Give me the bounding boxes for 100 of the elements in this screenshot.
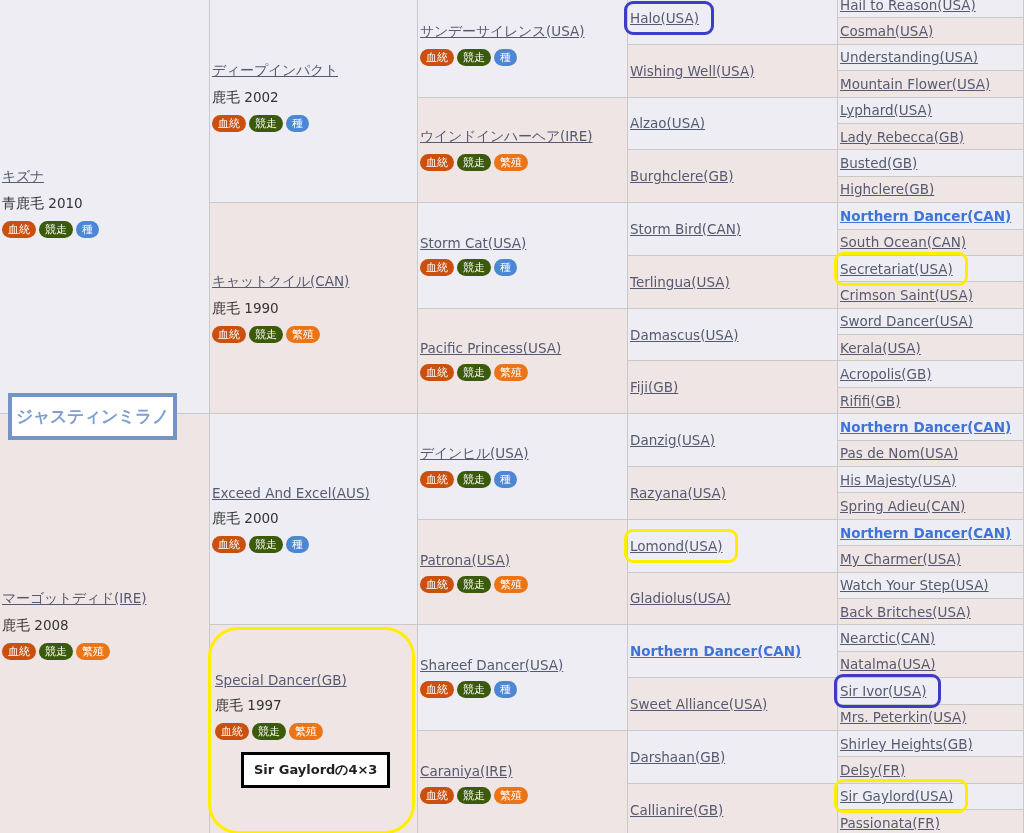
horse-link[interactable]: Busted(GB) — [840, 155, 918, 172]
horse-link[interactable]: Gladiolus(USA) — [630, 590, 731, 607]
horse-link[interactable]: His Majesty(USA) — [840, 471, 956, 488]
tag-badge[interactable]: 競走 — [457, 258, 491, 276]
horse-link[interactable]: Watch Your Step(USA) — [840, 577, 989, 594]
tag-badge[interactable]: 種 — [494, 258, 517, 276]
horse-link[interactable]: ウインドインハーヘア(IRE) — [420, 128, 593, 147]
horse-link[interactable]: キズナ — [2, 167, 44, 186]
horse-link[interactable]: Northern Dancer(CAN) — [840, 524, 1012, 541]
horse-link[interactable]: Pas de Nom(USA) — [840, 445, 959, 462]
tag-badge[interactable]: 血統 — [420, 786, 454, 804]
horse-link[interactable]: Halo(USA) — [630, 9, 699, 26]
horse-link[interactable]: Alzao(USA) — [630, 115, 706, 132]
horse-link[interactable]: Shirley Heights(GB) — [840, 735, 973, 752]
tag-badge[interactable]: 競走 — [457, 154, 491, 172]
horse-link[interactable]: Lady Rebecca(GB) — [840, 128, 964, 145]
horse-link[interactable]: Pacific Princess(USA) — [420, 340, 562, 357]
tag-badge[interactable]: 競走 — [457, 786, 491, 804]
tag-badge[interactable]: 繁殖 — [494, 154, 528, 172]
horse-link[interactable]: Kerala(USA) — [840, 339, 921, 356]
tag-badge[interactable]: 血統 — [2, 642, 36, 660]
tag-badge[interactable]: 種 — [286, 536, 309, 554]
horse-link[interactable]: Sir Gaylord(USA) — [840, 788, 954, 805]
tag-badge[interactable]: 繁殖 — [494, 786, 528, 804]
tag-badge[interactable]: 血統 — [212, 115, 246, 133]
tag-badge[interactable]: 血統 — [420, 154, 454, 172]
horse-link[interactable]: ディープインパクト — [212, 62, 338, 81]
horse-link[interactable]: Hail to Reason(USA) — [840, 0, 976, 13]
tag-badge[interactable]: 競走 — [457, 575, 491, 593]
tag-badge[interactable]: 競走 — [457, 48, 491, 66]
horse-link[interactable]: Natalma(USA) — [840, 656, 936, 673]
horse-link[interactable]: Damascus(USA) — [630, 326, 739, 343]
tag-badge[interactable]: 種 — [494, 471, 517, 489]
horse-link[interactable]: Burghclere(GB) — [630, 168, 734, 185]
tag-badge[interactable]: 繁殖 — [76, 642, 110, 660]
tag-badge[interactable]: 血統 — [420, 258, 454, 276]
horse-link[interactable]: Understanding(USA) — [840, 49, 978, 66]
horse-link[interactable]: Passionata(FR) — [840, 814, 940, 831]
tag-badge[interactable]: 種 — [76, 220, 99, 238]
horse-link[interactable]: Northern Dancer(CAN) — [840, 418, 1012, 435]
horse-link[interactable]: Lomond(USA) — [630, 537, 723, 554]
tag-badge[interactable]: 競走 — [457, 471, 491, 489]
horse-link[interactable]: マーゴットディド(IRE) — [2, 589, 147, 608]
horse-link[interactable]: Crimson Saint(USA) — [840, 287, 973, 303]
horse-link[interactable]: デインヒル(USA) — [420, 445, 529, 464]
horse-link[interactable]: Sweet Alliance(USA) — [630, 696, 768, 713]
horse-link[interactable]: Razyana(USA) — [630, 484, 726, 501]
tag-badge[interactable]: 競走 — [249, 536, 283, 554]
tag-badge[interactable]: 競走 — [457, 364, 491, 382]
horse-link[interactable]: Acropolis(GB) — [840, 366, 932, 383]
horse-link[interactable]: Lyphard(USA) — [840, 102, 933, 119]
horse-link[interactable]: Fiji(GB) — [630, 379, 679, 396]
horse-link[interactable]: Spring Adieu(CAN) — [840, 498, 966, 515]
tag-badge[interactable]: 血統 — [420, 364, 454, 382]
horse-link[interactable]: Back Britches(USA) — [840, 603, 971, 620]
horse-link[interactable]: Northern Dancer(CAN) — [840, 207, 1012, 224]
horse-link[interactable]: Sir Ivor(USA) — [840, 682, 927, 699]
horse-link[interactable]: Shareef Dancer(USA) — [420, 657, 564, 674]
tag-badge[interactable]: 競走 — [39, 642, 73, 660]
tag-badge[interactable]: 血統 — [212, 536, 246, 554]
horse-link[interactable]: Highclere(GB) — [840, 181, 935, 198]
horse-link[interactable]: Rififi(GB) — [840, 392, 901, 409]
tag-badge[interactable]: 種 — [494, 48, 517, 66]
tag-badge[interactable]: 種 — [286, 115, 309, 133]
horse-link[interactable]: Terlingua(USA) — [630, 273, 730, 290]
tag-badge[interactable]: 繁殖 — [286, 326, 320, 344]
horse-link[interactable]: Northern Dancer(CAN) — [630, 643, 802, 660]
horse-link[interactable]: Delsy(FR) — [840, 762, 906, 778]
tag-badge[interactable]: 競走 — [457, 681, 491, 699]
tag-badge[interactable]: 繁殖 — [494, 575, 528, 593]
tag-badge[interactable]: 血統 — [420, 575, 454, 593]
tag-badge[interactable]: 血統 — [420, 471, 454, 489]
horse-link[interactable]: Storm Bird(CAN) — [630, 221, 742, 237]
horse-link[interactable]: Sword Dancer(USA) — [840, 313, 974, 330]
horse-link[interactable]: Wishing Well(USA) — [630, 62, 755, 79]
horse-link[interactable]: Patrona(USA) — [420, 551, 510, 568]
horse-link[interactable]: Cosmah(USA) — [840, 23, 934, 40]
tag-badge[interactable]: 繁殖 — [289, 723, 323, 741]
horse-link[interactable]: Special Dancer(GB) — [215, 672, 347, 689]
horse-link[interactable]: サンデーサイレンス(USA) — [420, 22, 585, 41]
horse-link[interactable]: Callianire(GB) — [630, 801, 724, 818]
tag-badge[interactable]: 血統 — [2, 220, 36, 238]
tag-badge[interactable]: 競走 — [249, 326, 283, 344]
horse-link[interactable]: Exceed And Excel(AUS) — [212, 485, 370, 502]
horse-link[interactable]: キャットクイル(CAN) — [212, 273, 350, 292]
horse-link[interactable]: Caraniya(IRE) — [420, 762, 513, 779]
tag-badge[interactable]: 血統 — [420, 48, 454, 66]
horse-link[interactable]: Mountain Flower(USA) — [840, 75, 991, 92]
tag-badge[interactable]: 血統 — [420, 681, 454, 699]
horse-link[interactable]: My Charmer(USA) — [840, 550, 961, 567]
tag-badge[interactable]: 血統 — [212, 326, 246, 344]
tag-badge[interactable]: 繁殖 — [494, 364, 528, 382]
horse-link[interactable]: Darshaan(GB) — [630, 748, 726, 765]
horse-link[interactable]: South Ocean(CAN) — [840, 234, 966, 251]
horse-link[interactable]: Nearctic(CAN) — [840, 630, 936, 647]
tag-badge[interactable]: 競走 — [249, 115, 283, 133]
horse-link[interactable]: Mrs. Peterkin(USA) — [840, 709, 967, 726]
tag-badge[interactable]: 種 — [494, 681, 517, 699]
tag-badge[interactable]: 血統 — [215, 723, 249, 741]
horse-link[interactable]: Danzig(USA) — [630, 432, 716, 449]
